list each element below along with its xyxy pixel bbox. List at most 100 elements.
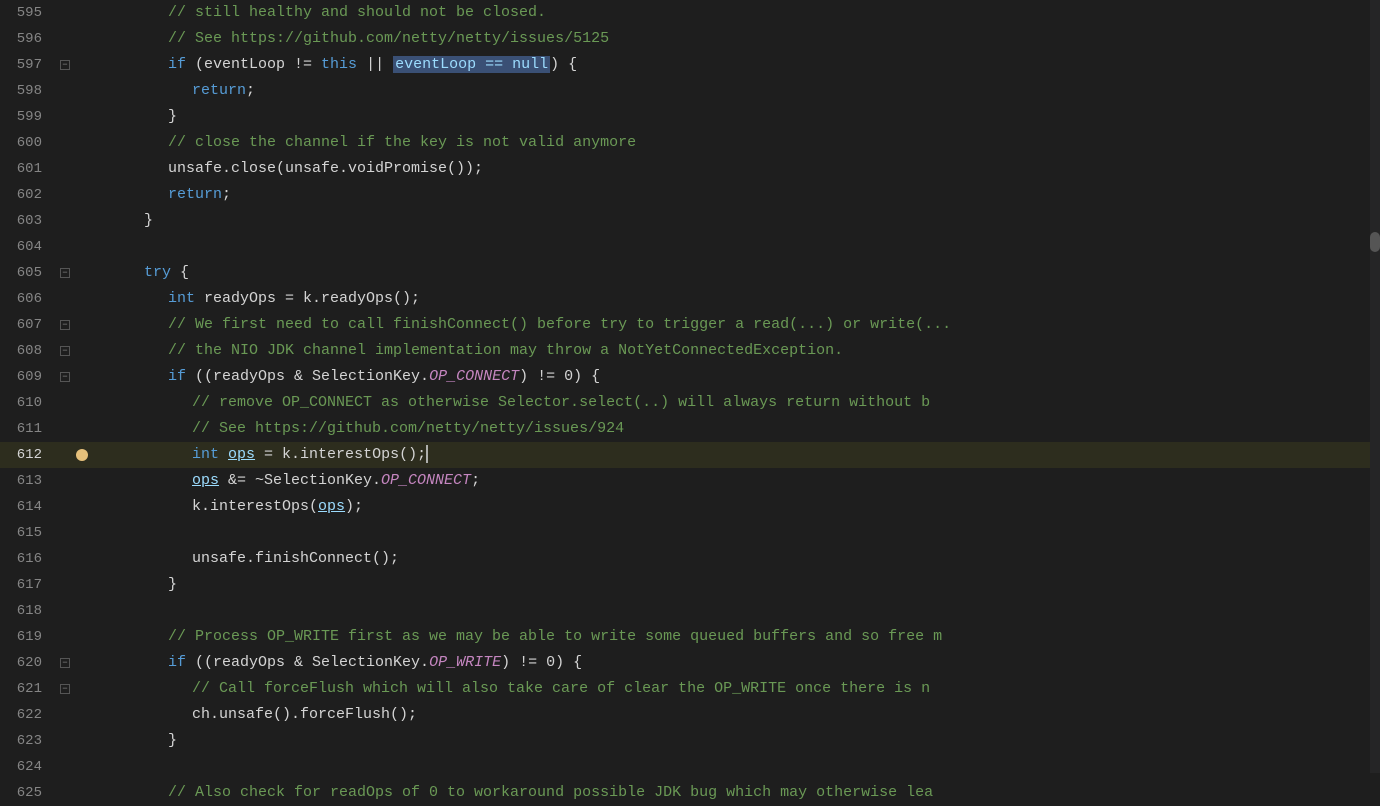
line-number: 616	[0, 546, 56, 572]
line-number: 623	[0, 728, 56, 754]
line-number: 611	[0, 416, 56, 442]
line-number: 615	[0, 520, 56, 546]
table-row: 622ch.unsafe().forceFlush();	[0, 702, 1380, 728]
line-number: 619	[0, 624, 56, 650]
fold-indicator[interactable]: −	[56, 52, 74, 78]
code-line: ch.unsafe().forceFlush();	[92, 702, 1380, 728]
fold-indicator	[56, 624, 74, 650]
fold-button[interactable]: −	[60, 320, 70, 330]
code-editor: 595 // still healthy and should not be cl…	[0, 0, 1380, 773]
line-number: 624	[0, 754, 56, 780]
code-line: }	[92, 728, 1380, 754]
table-row: 596 // See https://github.com/netty/netty…	[0, 26, 1380, 52]
fold-button[interactable]: −	[60, 684, 70, 694]
table-row: 620−if ((readyOps & SelectionKey.OP_WRIT…	[0, 650, 1380, 676]
table-row: 616 unsafe.finishConnect();	[0, 546, 1380, 572]
table-row: 625// Also check for readOps of 0 to wor…	[0, 780, 1380, 806]
code-line	[92, 598, 1380, 624]
fold-indicator	[56, 78, 74, 104]
table-row: 623}	[0, 728, 1380, 754]
fold-indicator	[56, 156, 74, 182]
line-number: 613	[0, 468, 56, 494]
fold-indicator	[56, 182, 74, 208]
fold-button[interactable]: −	[60, 372, 70, 382]
line-number: 612	[0, 442, 56, 468]
code-line: // remove OP_CONNECT as otherwise Select…	[92, 390, 1380, 416]
code-line: unsafe.close(unsafe.voidPromise());	[92, 156, 1380, 182]
fold-indicator[interactable]: −	[56, 650, 74, 676]
scrollbar-thumb[interactable]	[1370, 232, 1380, 252]
fold-indicator	[56, 208, 74, 234]
code-line: // Call forceFlush which will also take …	[92, 676, 1380, 702]
line-number: 610	[0, 390, 56, 416]
code-line: // We first need to call finishConnect()…	[92, 312, 1380, 338]
fold-indicator	[56, 390, 74, 416]
table-row: 604	[0, 234, 1380, 260]
fold-indicator[interactable]: −	[56, 312, 74, 338]
line-number: 625	[0, 780, 56, 806]
fold-indicator	[56, 234, 74, 260]
fold-indicator	[56, 702, 74, 728]
code-line: ops &= ~SelectionKey.OP_CONNECT;	[92, 468, 1380, 494]
code-line: // the NIO JDK channel implementation ma…	[92, 338, 1380, 364]
fold-indicator	[56, 0, 74, 26]
code-line: unsafe.finishConnect();	[92, 546, 1380, 572]
code-line: // still healthy and should not be close…	[92, 0, 1380, 26]
table-row: 595 // still healthy and should not be cl…	[0, 0, 1380, 26]
table-row: 611// See https://github.com/netty/netty…	[0, 416, 1380, 442]
line-number: 617	[0, 572, 56, 598]
scrollbar[interactable]	[1370, 0, 1380, 773]
code-line: if (eventLoop != this || eventLoop == nu…	[92, 52, 1380, 78]
fold-indicator	[56, 494, 74, 520]
table-row: 610 // remove OP_CONNECT as otherwise Sel…	[0, 390, 1380, 416]
fold-indicator	[56, 130, 74, 156]
table-row: 613 ops &= ~SelectionKey.OP_CONNECT;	[0, 468, 1380, 494]
table-row: 605− try {	[0, 260, 1380, 286]
line-number: 596	[0, 26, 56, 52]
fold-button[interactable]: −	[60, 268, 70, 278]
fold-button[interactable]: −	[60, 658, 70, 668]
fold-indicator	[56, 572, 74, 598]
line-number: 609	[0, 364, 56, 390]
table-row: 607− // We first need to call finishConne…	[0, 312, 1380, 338]
line-number: 605	[0, 260, 56, 286]
fold-indicator[interactable]: −	[56, 676, 74, 702]
code-line	[92, 234, 1380, 260]
fold-indicator[interactable]: −	[56, 338, 74, 364]
table-row: 606int readyOps = k.readyOps();	[0, 286, 1380, 312]
code-line: // Process OP_WRITE first as we may be a…	[92, 624, 1380, 650]
line-number: 595	[0, 0, 56, 26]
table-row: 598return;	[0, 78, 1380, 104]
code-line: }	[92, 208, 1380, 234]
table-row: 618	[0, 598, 1380, 624]
table-row: 601unsafe.close(unsafe.voidPromise());	[0, 156, 1380, 182]
code-line: }	[92, 104, 1380, 130]
code-line: // See https://github.com/netty/netty/is…	[92, 26, 1380, 52]
line-number: 614	[0, 494, 56, 520]
code-line: if ((readyOps & SelectionKey.OP_CONNECT)…	[92, 364, 1380, 390]
fold-indicator	[56, 286, 74, 312]
fold-indicator[interactable]: −	[56, 364, 74, 390]
code-line: if ((readyOps & SelectionKey.OP_WRITE) !…	[92, 650, 1380, 676]
table-row: 597−if (eventLoop != this || eventLoop =…	[0, 52, 1380, 78]
fold-button[interactable]: −	[60, 60, 70, 70]
line-number: 607	[0, 312, 56, 338]
line-number: 604	[0, 234, 56, 260]
table-row: 614 k.interestOps(ops);	[0, 494, 1380, 520]
code-line: k.interestOps(ops);	[92, 494, 1380, 520]
fold-indicator	[56, 416, 74, 442]
table-row: 624	[0, 754, 1380, 780]
table-row: 609− if ((readyOps & SelectionKey.OP_CONN…	[0, 364, 1380, 390]
line-number: 600	[0, 130, 56, 156]
table-row: 615	[0, 520, 1380, 546]
fold-indicator[interactable]: −	[56, 260, 74, 286]
code-line: return;	[92, 182, 1380, 208]
line-number: 618	[0, 598, 56, 624]
warning-icon[interactable]	[76, 449, 88, 461]
line-number: 603	[0, 208, 56, 234]
code-line: try {	[92, 260, 1380, 286]
fold-indicator	[56, 468, 74, 494]
fold-indicator	[56, 728, 74, 754]
fold-indicator	[56, 442, 74, 468]
fold-button[interactable]: −	[60, 346, 70, 356]
